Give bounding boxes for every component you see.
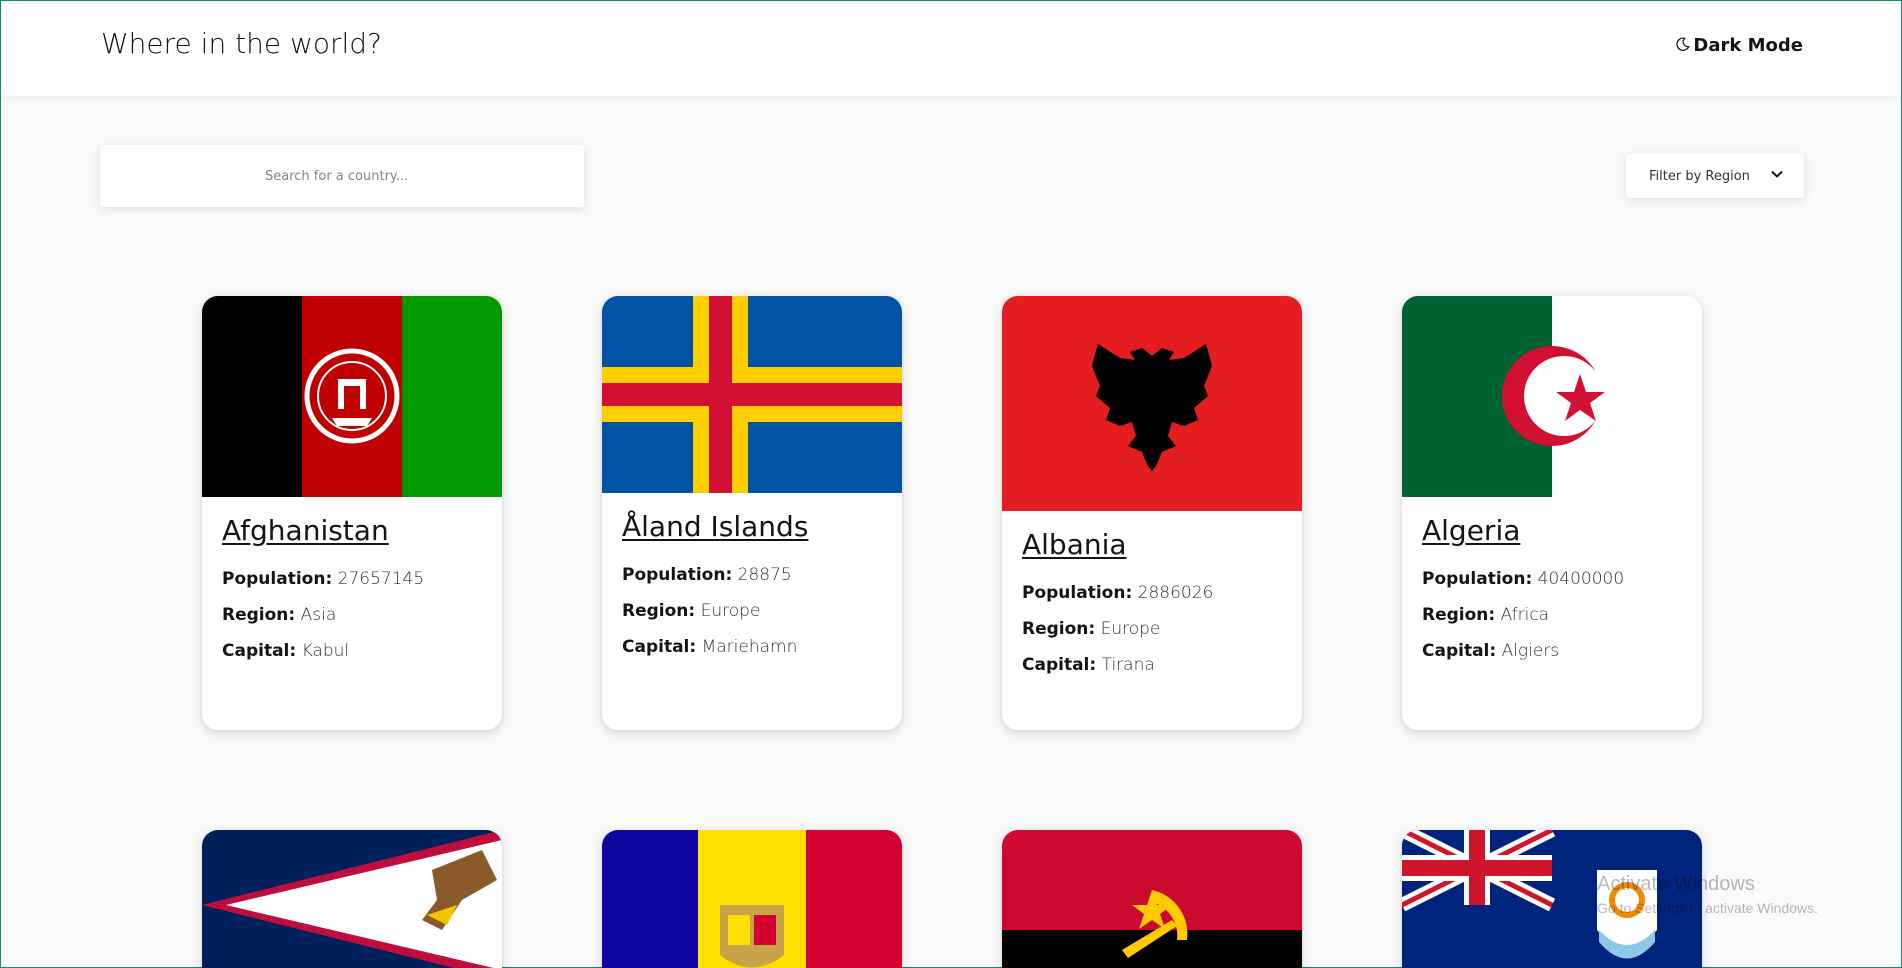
region-label: Region: <box>622 601 696 621</box>
population-row: Population: 27657145 <box>222 569 482 589</box>
country-card[interactable]: Afghanistan Population: 27657145 Region:… <box>202 296 502 730</box>
population-value: 28875 <box>737 565 792 585</box>
country-card[interactable] <box>202 830 502 968</box>
region-filter-dropdown[interactable]: Filter by Region <box>1626 154 1804 198</box>
country-name-link[interactable]: Åland Islands <box>622 510 882 543</box>
american-samoa-flag <box>202 830 502 968</box>
capital-label: Capital: <box>1422 641 1497 661</box>
filter-label: Filter by Region <box>1649 168 1750 184</box>
afghanistan-flag <box>202 296 502 497</box>
capital-row: Capital: Mariehamn <box>622 637 882 657</box>
region-label: Region: <box>1022 619 1096 639</box>
region-row: Region: Europe <box>622 601 882 621</box>
population-label: Population: <box>1022 583 1133 603</box>
capital-label: Capital: <box>1022 655 1097 675</box>
region-value: Europe <box>1100 619 1161 639</box>
region-label: Region: <box>1422 605 1496 625</box>
capital-row: Capital: Kabul <box>222 641 482 661</box>
region-label: Region: <box>222 605 296 625</box>
angola-flag <box>1002 830 1302 968</box>
population-row: Population: 28875 <box>622 565 882 585</box>
region-value: Europe <box>700 601 761 621</box>
albania-flag <box>1002 296 1302 511</box>
population-label: Population: <box>1422 569 1533 589</box>
search-box <box>100 145 584 207</box>
activate-windows-watermark: Activate Windows Go to Settings to activ… <box>1597 873 1818 916</box>
population-value: 27657145 <box>337 569 425 589</box>
search-input[interactable] <box>100 145 584 207</box>
capital-value: Mariehamn <box>701 637 798 657</box>
population-value: 40400000 <box>1537 569 1625 589</box>
aland-islands-flag <box>602 296 902 493</box>
moon-icon <box>1676 35 1691 56</box>
country-card[interactable]: Åland Islands Population: 28875 Region: … <box>602 296 902 730</box>
country-name-link[interactable]: Algeria <box>1422 514 1682 547</box>
capital-value: Tirana <box>1101 655 1155 675</box>
capital-value: Kabul <box>301 641 350 661</box>
country-card[interactable] <box>1002 830 1302 968</box>
population-label: Population: <box>222 569 333 589</box>
region-row: Region: Europe <box>1022 619 1282 639</box>
country-card[interactable] <box>602 830 902 968</box>
country-name-link[interactable]: Afghanistan <box>222 514 482 547</box>
country-name-link[interactable]: Albania <box>1022 528 1282 561</box>
capital-row: Capital: Tirana <box>1022 655 1282 675</box>
population-row: Population: 40400000 <box>1422 569 1682 589</box>
region-row: Region: Africa <box>1422 605 1682 625</box>
population-row: Population: 2886026 <box>1022 583 1282 603</box>
watermark-subtitle: Go to Settings to activate Windows. <box>1597 900 1818 916</box>
country-card[interactable]: Albania Population: 2886026 Region: Euro… <box>1002 296 1302 730</box>
dark-mode-toggle[interactable]: Dark Mode <box>1676 35 1803 56</box>
country-card[interactable]: Algeria Population: 40400000 Region: Afr… <box>1402 296 1702 730</box>
top-header: Where in the world? Dark Mode <box>1 1 1901 96</box>
population-label: Population: <box>622 565 733 585</box>
algeria-flag <box>1402 296 1702 497</box>
region-value: Africa <box>1500 605 1550 625</box>
region-row: Region: Asia <box>222 605 482 625</box>
andorra-flag <box>602 830 902 968</box>
dark-mode-label: Dark Mode <box>1693 35 1803 56</box>
app-title: Where in the world? <box>101 27 382 60</box>
capital-label: Capital: <box>222 641 297 661</box>
population-value: 2886026 <box>1137 583 1214 603</box>
capital-row: Capital: Algiers <box>1422 641 1682 661</box>
chevron-down-icon <box>1770 167 1784 185</box>
watermark-title: Activate Windows <box>1597 873 1755 895</box>
capital-value: Algiers <box>1501 641 1560 661</box>
capital-label: Capital: <box>622 637 697 657</box>
region-value: Asia <box>300 605 337 625</box>
